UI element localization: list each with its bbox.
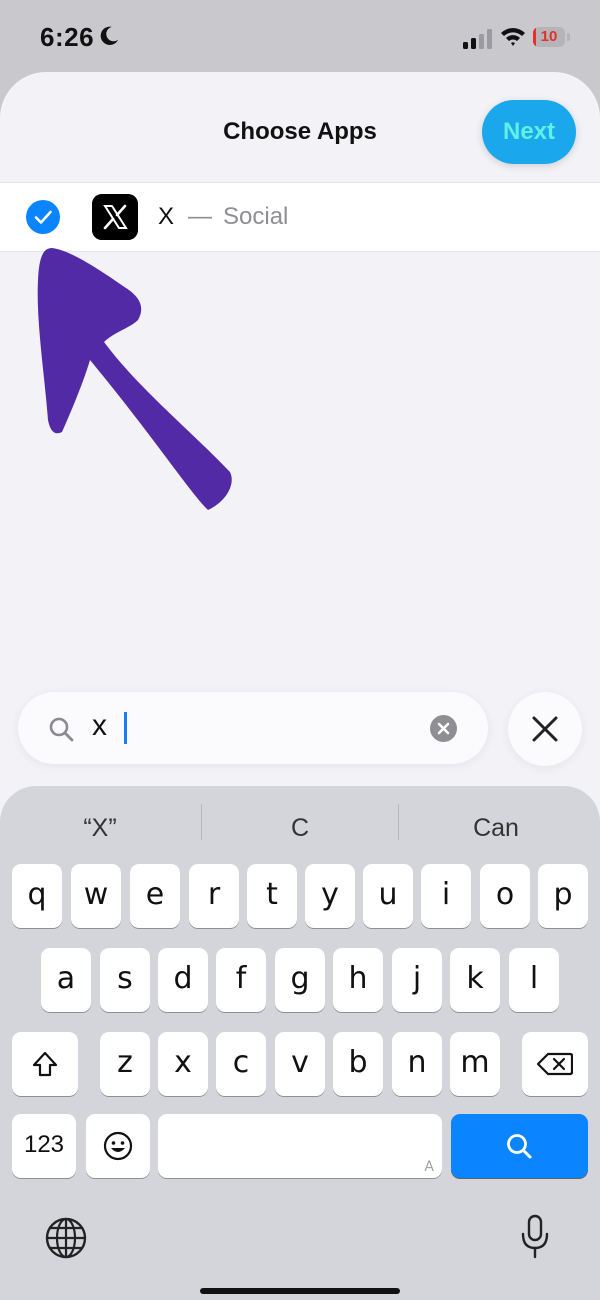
status-time: 6:26 (40, 22, 95, 52)
wifi-icon (501, 28, 525, 46)
keyboard: “X” C Can q w e r t y u i o p a s d f g … (0, 786, 600, 1300)
key-x[interactable]: x (158, 1032, 208, 1096)
numbers-key[interactable]: 123 (12, 1114, 76, 1178)
key-j[interactable]: j (392, 948, 442, 1012)
emoji-key[interactable] (86, 1114, 150, 1178)
suggestion-1[interactable]: “X” (0, 808, 200, 848)
text-caret (124, 712, 127, 744)
search-field[interactable]: x (18, 692, 488, 764)
app-separator: — (188, 203, 212, 230)
status-bar: 6:26 10 (0, 0, 600, 72)
space-key-hint: A (424, 1159, 434, 1175)
home-indicator (200, 1288, 400, 1294)
key-m[interactable]: m (450, 1032, 500, 1096)
globe-icon[interactable] (44, 1216, 88, 1260)
key-f[interactable]: f (216, 948, 266, 1012)
key-o[interactable]: o (480, 864, 530, 928)
battery-cap (567, 33, 570, 41)
search-icon (49, 717, 74, 742)
key-k[interactable]: k (450, 948, 500, 1012)
key-w[interactable]: w (71, 864, 121, 928)
app-category: Social (223, 203, 289, 230)
moon-icon (100, 26, 119, 45)
key-p[interactable]: p (538, 864, 588, 928)
microphone-icon[interactable] (520, 1214, 550, 1260)
suggestion-3[interactable]: Can (398, 808, 594, 848)
search-input-value[interactable]: x (92, 709, 107, 743)
key-v[interactable]: v (275, 1032, 325, 1096)
hand-drawn-arrow-icon (37, 248, 232, 510)
x-app-icon (92, 194, 138, 240)
app-name: X (158, 203, 175, 230)
key-g[interactable]: g (275, 948, 325, 1012)
signal-icon (463, 29, 492, 49)
key-n[interactable]: n (392, 1032, 442, 1096)
key-i[interactable]: i (421, 864, 471, 928)
next-button[interactable]: Next (482, 100, 576, 164)
suggestion-2[interactable]: C (202, 808, 398, 848)
close-search-button[interactable] (508, 692, 582, 766)
key-u[interactable]: u (363, 864, 413, 928)
key-y[interactable]: y (305, 864, 355, 928)
battery-level: 10 (540, 28, 558, 45)
shift-icon (32, 1051, 58, 1077)
close-icon (532, 716, 558, 742)
key-z[interactable]: z (100, 1032, 150, 1096)
shift-key[interactable] (12, 1032, 78, 1096)
key-r[interactable]: r (189, 864, 239, 928)
key-a[interactable]: a (41, 948, 91, 1012)
battery-icon: 10 (533, 27, 565, 47)
key-d[interactable]: d (158, 948, 208, 1012)
search-key[interactable] (451, 1114, 588, 1178)
key-q[interactable]: q (12, 864, 62, 928)
key-h[interactable]: h (333, 948, 383, 1012)
search-key-icon (507, 1134, 532, 1159)
key-l[interactable]: l (509, 948, 559, 1012)
key-c[interactable]: c (216, 1032, 266, 1096)
emoji-icon (103, 1131, 133, 1161)
backspace-icon (537, 1052, 573, 1076)
backspace-key[interactable] (522, 1032, 588, 1096)
key-b[interactable]: b (333, 1032, 383, 1096)
checkmark-icon[interactable] (26, 200, 60, 234)
key-t[interactable]: t (247, 864, 297, 928)
clear-icon[interactable] (430, 715, 457, 742)
key-s[interactable]: s (100, 948, 150, 1012)
key-e[interactable]: e (130, 864, 180, 928)
phone-screen: 6:26 10 Choose Apps Next X — Social x “X… (0, 0, 600, 1300)
space-key[interactable]: A (158, 1114, 442, 1178)
